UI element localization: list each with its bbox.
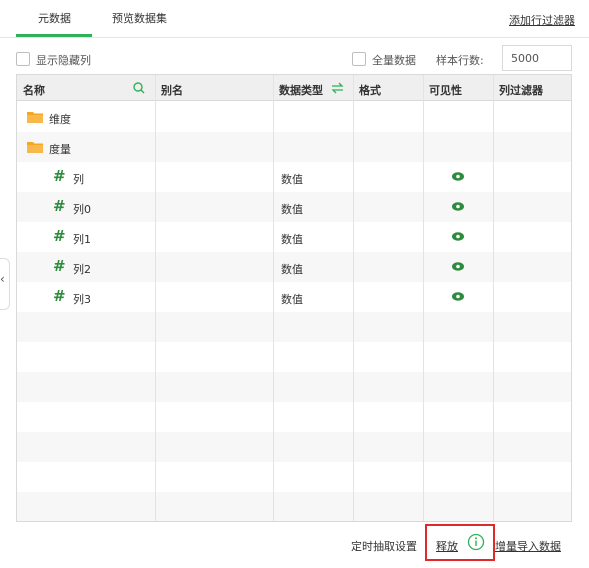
all-data-label: 全量数据	[372, 54, 416, 67]
active-tab-indicator	[16, 34, 92, 37]
schedule-extract-settings[interactable]: 定时抽取设置	[351, 538, 417, 554]
tab-metadata[interactable]: 元数据	[38, 10, 71, 30]
row-datatype: 数值	[281, 293, 303, 306]
eye-icon[interactable]	[452, 262, 464, 271]
row-name: 列0	[73, 203, 91, 216]
column-divider	[155, 75, 156, 521]
sample-rows-input[interactable]	[502, 45, 572, 71]
column-divider	[353, 75, 354, 521]
row-name: 维度	[49, 113, 71, 126]
all-data-checkbox[interactable]	[352, 52, 366, 66]
row-name: 度量	[49, 143, 71, 156]
table-row[interactable]: 维度	[17, 102, 571, 132]
col-header-alias: 别名	[161, 84, 183, 97]
eye-icon[interactable]	[452, 232, 464, 241]
table-row[interactable]: # 列2 数值	[17, 252, 571, 282]
col-header-visibility: 可见性	[429, 84, 462, 97]
col-header-name: 名称	[23, 84, 45, 97]
row-name: 列2	[73, 263, 91, 276]
metadata-grid: 名称 别名 数据类型 格式 可见性 列过滤器 维度 度量 # 列 数值 # 列0…	[16, 74, 572, 522]
empty-row	[17, 492, 571, 521]
highlight-box	[425, 524, 495, 561]
hash-icon: #	[53, 197, 66, 215]
empty-row	[17, 342, 571, 372]
folder-icon	[27, 112, 43, 123]
column-divider	[273, 75, 274, 521]
eye-icon[interactable]	[452, 172, 464, 181]
empty-row	[17, 462, 571, 492]
row-name: 列1	[73, 233, 91, 246]
chevron-left-icon[interactable]: ‹	[0, 272, 5, 286]
row-name: 列3	[73, 293, 91, 306]
empty-row	[17, 432, 571, 462]
row-datatype: 数值	[281, 173, 303, 186]
table-row[interactable]: # 列0 数值	[17, 192, 571, 222]
show-hidden-label: 显示隐藏列	[36, 54, 91, 67]
hash-icon: #	[53, 167, 66, 185]
add-row-filter-link[interactable]: 添加行过滤器	[509, 12, 575, 28]
options-row: 显示隐藏列 全量数据 样本行数:	[0, 45, 589, 71]
hash-icon: #	[53, 227, 66, 245]
row-datatype: 数值	[281, 263, 303, 276]
incremental-import-link[interactable]: 增量导入数据	[495, 538, 561, 554]
tab-bar: 元数据 预览数据集 添加行过滤器	[0, 0, 589, 38]
col-header-column-filter: 列过滤器	[499, 84, 543, 97]
hash-icon: #	[53, 287, 66, 305]
show-hidden-checkbox[interactable]	[16, 52, 30, 66]
empty-row	[17, 402, 571, 432]
eye-icon[interactable]	[452, 202, 464, 211]
tab-preview-dataset[interactable]: 预览数据集	[112, 10, 167, 30]
table-row[interactable]: # 列3 数值	[17, 282, 571, 312]
row-datatype: 数值	[281, 233, 303, 246]
empty-row	[17, 312, 571, 342]
col-header-datatype: 数据类型	[279, 84, 323, 97]
table-row[interactable]: 度量	[17, 132, 571, 162]
row-datatype: 数值	[281, 203, 303, 216]
hash-icon: #	[53, 257, 66, 275]
table-row[interactable]: # 列1 数值	[17, 222, 571, 252]
column-divider	[423, 75, 424, 521]
swap-icon[interactable]	[331, 82, 344, 94]
search-icon[interactable]	[133, 82, 145, 94]
folder-icon	[27, 142, 43, 153]
row-name: 列	[73, 173, 84, 186]
empty-row	[17, 372, 571, 402]
sample-rows-label: 样本行数:	[436, 54, 484, 67]
table-row[interactable]: # 列 数值	[17, 162, 571, 192]
eye-icon[interactable]	[452, 292, 464, 301]
column-divider	[493, 75, 494, 521]
grid-header: 名称 别名 数据类型 格式 可见性 列过滤器	[17, 75, 571, 101]
col-header-format: 格式	[359, 84, 381, 97]
